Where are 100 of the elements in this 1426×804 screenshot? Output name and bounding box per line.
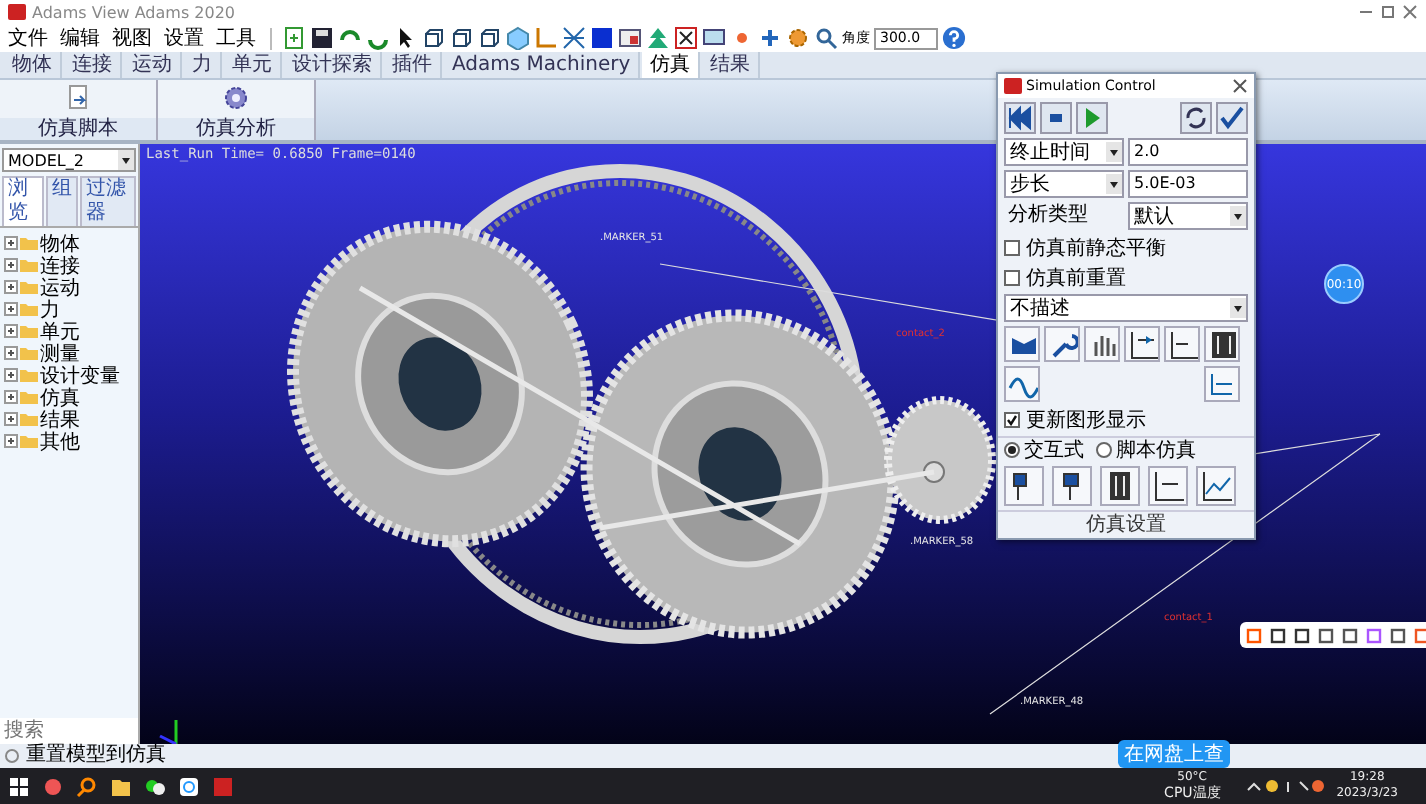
radio-button[interactable] xyxy=(1096,442,1112,458)
ribbon-tab[interactable]: 连接 xyxy=(64,52,122,78)
app-icon xyxy=(1004,78,1022,94)
model-dropdown[interactable]: MODEL_2 xyxy=(2,148,136,172)
app-icon[interactable] xyxy=(212,775,234,797)
dropdown[interactable]: 步长 xyxy=(1004,170,1124,198)
folder-icon[interactable] xyxy=(110,775,132,797)
windows-icon[interactable] xyxy=(8,775,30,797)
window-icon[interactable] xyxy=(618,26,642,50)
browser-tab[interactable]: 过滤器 xyxy=(79,176,136,226)
pointer-icon[interactable] xyxy=(394,26,418,50)
menu-item[interactable]: 文件 xyxy=(4,25,52,51)
tray-icons[interactable] xyxy=(1244,778,1325,794)
settings-link[interactable]: 仿真设置 xyxy=(998,510,1254,538)
ribbon-tab[interactable]: 设计探索 xyxy=(284,52,382,78)
gear-icon[interactable] xyxy=(786,26,810,50)
expand-icon[interactable] xyxy=(4,280,18,294)
expand-icon[interactable] xyxy=(4,434,18,448)
checkmark-icon[interactable] xyxy=(1218,104,1246,132)
expand-icon[interactable] xyxy=(4,346,18,360)
tree-item[interactable]: 测量 xyxy=(40,339,80,367)
gear-icon[interactable] xyxy=(222,84,250,112)
status-icon xyxy=(4,748,20,764)
menu-item[interactable]: 设置 xyxy=(160,25,208,51)
ribbon-tab[interactable]: 物体 xyxy=(4,52,62,78)
plot-icon[interactable] xyxy=(1150,468,1186,504)
tree-item[interactable]: 其他 xyxy=(40,427,80,455)
expand-icon[interactable] xyxy=(4,390,18,404)
close-icon[interactable] xyxy=(1232,78,1248,94)
square-icon[interactable] xyxy=(590,26,614,50)
checkbox[interactable] xyxy=(1004,411,1020,427)
expand-icon[interactable] xyxy=(4,324,18,338)
ribbon-tab[interactable]: Adams Machinery xyxy=(444,52,641,78)
tree-item[interactable]: 仿真 xyxy=(40,383,80,411)
search-icon[interactable] xyxy=(76,775,98,797)
input-field[interactable]: 5.0E-03 xyxy=(1128,170,1248,198)
ribbon-tab[interactable]: 单元 xyxy=(224,52,282,78)
checkbox-label: 更新图形显示 xyxy=(1026,407,1146,433)
restore-icon[interactable] xyxy=(1380,4,1396,20)
window-title: Adams View Adams 2020 xyxy=(32,3,236,21)
save-icon[interactable] xyxy=(310,26,334,50)
expand-icon[interactable] xyxy=(4,412,18,426)
expand-icon[interactable] xyxy=(4,236,18,250)
ribbon-button[interactable]: 仿真分析 xyxy=(158,118,314,140)
menu-item[interactable]: 视图 xyxy=(108,25,156,51)
radio-label: 交互式 xyxy=(1024,437,1084,464)
browser-tab[interactable]: 组 xyxy=(45,176,78,226)
cloud-icon[interactable] xyxy=(178,775,200,797)
menu-item[interactable]: 工具 xyxy=(212,25,260,51)
dropdown[interactable]: 不描述 xyxy=(1004,294,1248,322)
cube-icon[interactable] xyxy=(478,26,502,50)
new-file-icon[interactable] xyxy=(282,26,306,50)
ribbon-tab[interactable]: 插件 xyxy=(384,52,442,78)
tree-item[interactable]: 设计变量 xyxy=(40,361,120,389)
menu-item[interactable]: 编辑 xyxy=(56,25,104,51)
ribbon-tab[interactable]: 力 xyxy=(184,52,222,78)
expand-icon[interactable] xyxy=(4,258,18,272)
plot-icon[interactable] xyxy=(1126,328,1158,360)
tree-item[interactable]: 结果 xyxy=(40,405,80,433)
ribbon-tab[interactable]: 仿真 xyxy=(642,52,701,78)
checkbox[interactable] xyxy=(1004,269,1020,285)
cube-icon[interactable] xyxy=(422,26,446,50)
radio-button[interactable] xyxy=(1004,442,1020,458)
field-label: 分析类型 xyxy=(1006,202,1090,230)
fit-icon[interactable] xyxy=(674,26,698,50)
axis-triad-icon xyxy=(159,720,178,744)
ribbon-button[interactable]: 仿真脚本 xyxy=(0,118,156,140)
browser-tab[interactable]: 浏览 xyxy=(2,176,44,226)
film-icon[interactable] xyxy=(1206,328,1238,360)
refresh-icon[interactable] xyxy=(1182,104,1210,132)
input-field[interactable]: 2.0 xyxy=(1128,138,1248,166)
axes-icon[interactable] xyxy=(534,26,558,50)
tree-item[interactable]: 力 xyxy=(40,295,60,323)
monitor-icon[interactable] xyxy=(702,26,726,50)
script-icon[interactable] xyxy=(64,84,92,112)
ribbon-tab[interactable]: 结果 xyxy=(702,52,761,78)
plot-icon[interactable] xyxy=(1166,328,1198,360)
dropdown-label: 步长 xyxy=(1010,171,1050,198)
search-icon[interactable] xyxy=(814,26,838,50)
chat-icon[interactable] xyxy=(144,775,166,797)
expand-icon[interactable] xyxy=(4,302,18,316)
ribbon-tab[interactable]: 运动 xyxy=(124,52,182,78)
plot-icon[interactable] xyxy=(1206,368,1238,400)
tree-item[interactable]: 连接 xyxy=(40,251,80,279)
tree-item[interactable]: 运动 xyxy=(40,273,80,301)
app-icon[interactable] xyxy=(42,775,64,797)
dropdown[interactable]: 默认 xyxy=(1128,202,1248,230)
cube-icon[interactable] xyxy=(450,26,474,50)
line-chart-icon[interactable] xyxy=(1198,468,1234,504)
check-icon xyxy=(1006,413,1018,425)
dropdown[interactable]: 终止时间 xyxy=(1004,138,1124,166)
rewind-icon[interactable] xyxy=(1006,104,1034,132)
close-icon[interactable] xyxy=(1402,4,1418,20)
search-field[interactable]: 搜索 xyxy=(0,718,138,744)
tree-item[interactable]: 单元 xyxy=(40,317,80,345)
expand-icon[interactable] xyxy=(4,368,18,382)
tree-item[interactable]: 物体 xyxy=(40,229,80,257)
checkbox[interactable] xyxy=(1004,239,1020,255)
help-icon[interactable] xyxy=(942,26,966,50)
radio-label: 脚本仿真 xyxy=(1116,437,1196,464)
